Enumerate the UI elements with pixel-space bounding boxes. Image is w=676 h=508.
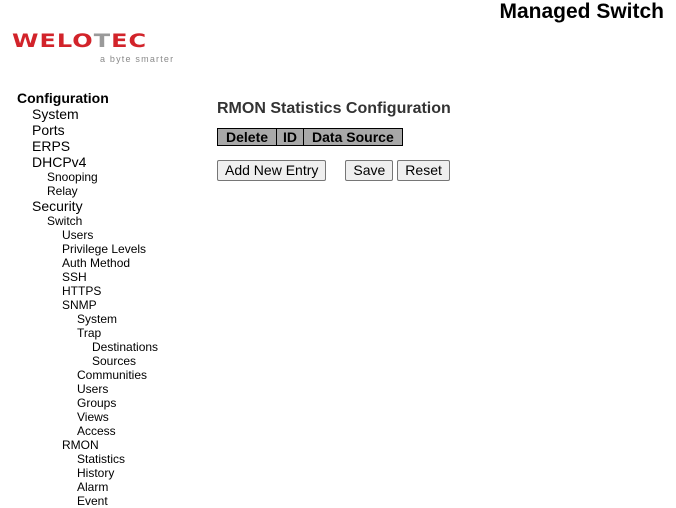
save-button[interactable]: Save xyxy=(345,160,394,181)
nav-item-event[interactable]: Event xyxy=(17,494,207,508)
logo-tagline: a byte smarter xyxy=(100,54,175,64)
page-title: RMON Statistics Configuration xyxy=(217,100,451,117)
nav-item-rmon[interactable]: RMON xyxy=(17,438,207,452)
nav-item-https[interactable]: HTTPS xyxy=(17,284,207,298)
nav-item-history[interactable]: History xyxy=(17,466,207,480)
nav-item-snooping[interactable]: Snooping xyxy=(17,170,207,184)
rmon-statistics-table: Delete ID Data Source xyxy=(216,128,403,146)
nav-item-auth-method[interactable]: Auth Method xyxy=(17,256,207,270)
nav-item-communities[interactable]: Communities xyxy=(17,368,207,382)
nav-item-destinations[interactable]: Destinations xyxy=(17,340,207,354)
nav-configuration[interactable]: Configuration xyxy=(17,90,207,106)
nav-item-ports[interactable]: Ports xyxy=(17,122,207,138)
page: WELOTEC a byte smarter Managed Switch Co… xyxy=(0,0,676,508)
product-title: Managed Switch xyxy=(499,0,664,23)
column-delete: Delete xyxy=(216,128,278,146)
column-id: ID xyxy=(276,128,305,146)
nav-item-erps[interactable]: ERPS xyxy=(17,138,207,154)
nav-item-relay[interactable]: Relay xyxy=(17,184,207,198)
nav-item-ssh[interactable]: SSH xyxy=(17,270,207,284)
nav-item-security[interactable]: Security xyxy=(17,198,207,214)
nav-items: System Ports ERPS DHCPv4 Snooping Relay Securi… xyxy=(17,106,207,508)
logo-text-grey: T xyxy=(93,30,112,52)
logo-wordmark: WELOTEC xyxy=(12,30,147,52)
nav-item-users[interactable]: Users xyxy=(17,382,207,396)
nav-item-switch[interactable]: Switch xyxy=(17,214,207,228)
nav-item-statistics[interactable]: Statistics xyxy=(17,452,207,466)
nav-item-trap[interactable]: Trap xyxy=(17,326,207,340)
logo-text-red: WELO xyxy=(12,30,94,52)
table-header-row: Delete ID Data Source xyxy=(216,128,403,146)
column-data-source: Data Source xyxy=(303,128,403,146)
reset-button[interactable]: Reset xyxy=(397,160,450,181)
nav-item-alarm[interactable]: Alarm xyxy=(17,480,207,494)
button-bar: Add New Entry Save Reset xyxy=(217,160,451,181)
add-new-entry-button[interactable]: Add New Entry xyxy=(217,160,327,181)
nav-item-views[interactable]: Views xyxy=(17,410,207,424)
nav-item-snmp[interactable]: SNMP xyxy=(17,298,207,312)
main-content: RMON Statistics Configuration Delete ID … xyxy=(216,99,451,181)
nav-item-dhcpv4[interactable]: DHCPv4 xyxy=(17,154,207,170)
nav-item-system[interactable]: System xyxy=(17,312,207,326)
welotec-logo: WELOTEC a byte smarter xyxy=(12,30,187,70)
nav-item-system[interactable]: System xyxy=(17,106,207,122)
nav-item-access[interactable]: Access xyxy=(17,424,207,438)
sidebar-nav: Configuration System Ports ERPS DHCPv4 Snoop… xyxy=(17,90,207,508)
nav-item-groups[interactable]: Groups xyxy=(17,396,207,410)
nav-item-users[interactable]: Users xyxy=(17,228,207,242)
nav-item-privilege-levels[interactable]: Privilege Levels xyxy=(17,242,207,256)
logo-text-red-end: EC xyxy=(111,30,148,52)
nav-item-sources[interactable]: Sources xyxy=(17,354,207,368)
